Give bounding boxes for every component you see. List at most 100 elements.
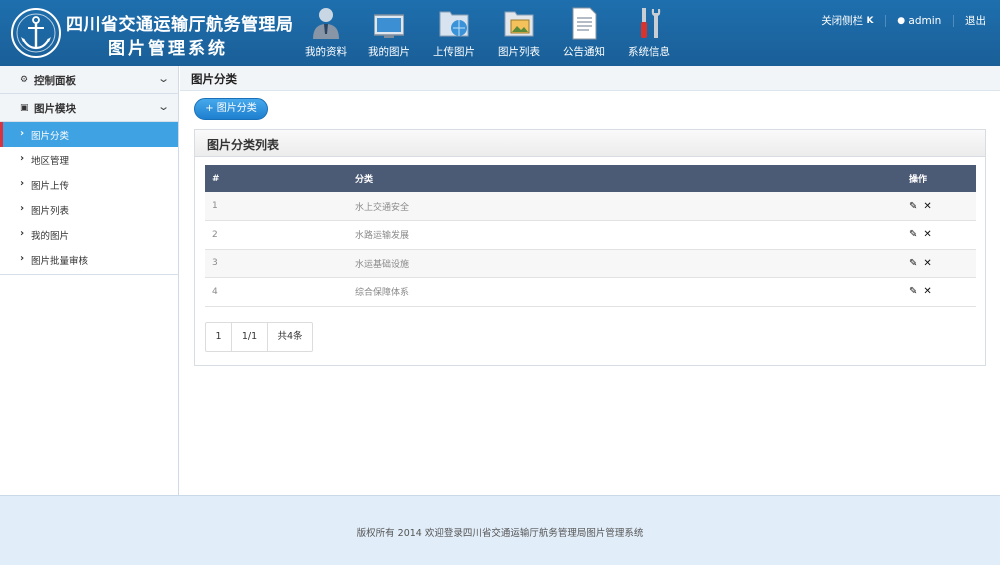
nav-label: 公告通知 [563, 46, 605, 58]
footer: 版权所有 2014 欢迎登录四川省交通运输厅航务管理局图片管理系统 [0, 495, 1000, 565]
cell-category: 水路运输发展 [355, 220, 903, 250]
column-header-actions: 操作 [903, 165, 976, 192]
nav-system-info[interactable]: 系统信息 [619, 4, 679, 64]
sidebar-item-image-upload[interactable]: › 图片上传 [0, 172, 178, 197]
sidebar-item-list: › 图片分类 › 地区管理 › 图片上传 › 图片列表 › 我的图片 › 图片批… [0, 122, 178, 275]
column-header-category: 分类 [355, 165, 903, 192]
sidebar-section-control-panel[interactable]: ⚙ 控制面板 ⌄ [0, 66, 178, 94]
sidebar-section-image-module[interactable]: ▣ 图片模块 ⌄ [0, 94, 178, 122]
user-icon: ● [897, 15, 906, 26]
sidebar-section-label: 控制面板 [34, 75, 76, 87]
cell-actions: ✎ ✕ [903, 249, 976, 278]
folder-image-icon [504, 11, 534, 37]
nav-label: 我的图片 [368, 46, 410, 58]
cell-actions: ✎ ✕ [903, 220, 976, 250]
page-title: 图片分类 [191, 72, 237, 86]
table-row: 4 综合保障体系 ✎ ✕ [205, 277, 976, 307]
tools-icon [641, 8, 661, 38]
header-actions: 关闭侧栏 K ● admin 退出 [821, 13, 986, 28]
cell-id: 2 [205, 220, 355, 250]
nav-label: 图片列表 [498, 46, 540, 58]
chevron-right-icon: › [20, 128, 25, 139]
sidebar-section-label: 图片模块 [34, 103, 76, 115]
panel-title: 图片分类列表 [207, 138, 280, 152]
monitor-icon [374, 14, 404, 38]
column-header-id: # [205, 165, 355, 192]
cell-actions: ✎ ✕ [903, 192, 976, 221]
user-menu[interactable]: ● admin [897, 15, 941, 27]
sidebar-item-batch-review[interactable]: › 图片批量审核 [0, 247, 178, 272]
page-indicator: 1/1 [232, 323, 268, 351]
cell-id: 4 [205, 277, 355, 307]
collapse-sidebar-icon: K [866, 15, 874, 26]
chevron-right-icon: › [20, 253, 25, 264]
app-title-line2: 图片管理系统 [108, 39, 228, 59]
breadcrumb: 图片分类 [180, 66, 1000, 91]
chevron-down-icon: ⌄ [156, 72, 170, 85]
page-number-button[interactable]: 1 [206, 323, 232, 351]
nav-upload-image[interactable]: 上传图片 [424, 4, 484, 64]
app-title-line1: 四川省交通运输厅航务管理局 [66, 15, 294, 35]
chevron-right-icon: › [20, 203, 25, 214]
delete-icon[interactable]: ✕ [923, 286, 931, 297]
sidebar-item-label: 图片列表 [31, 206, 70, 217]
edit-icon[interactable]: ✎ [909, 229, 917, 240]
delete-icon[interactable]: ✕ [923, 229, 931, 240]
table-header-row: # 分类 操作 [205, 165, 976, 192]
nav-label: 我的资料 [305, 46, 347, 58]
gear-icon: ⚙ [20, 75, 29, 85]
sidebar-item-my-images[interactable]: › 我的图片 [0, 222, 178, 247]
sidebar-item-label: 图片上传 [31, 181, 70, 192]
divider [884, 14, 886, 27]
document-icon [572, 7, 597, 40]
sidebar-item-label: 图片分类 [31, 131, 70, 142]
chevron-right-icon: › [20, 178, 25, 189]
divider [952, 14, 954, 27]
cell-category: 综合保障体系 [355, 277, 903, 307]
cell-id: 1 [205, 192, 355, 221]
copyright-text: 版权所有 2014 欢迎登录四川省交通运输厅航务管理局图片管理系统 [356, 528, 644, 539]
nav-announcements[interactable]: 公告通知 [554, 4, 614, 64]
main-content: 图片分类 + 图片分类 图片分类列表 # 分类 操作 1 水上交通安全 ✎✕ [180, 66, 1000, 495]
edit-icon[interactable]: ✎ [909, 258, 917, 269]
nav-my-images[interactable]: 我的图片 [359, 4, 419, 64]
top-header: 四川省交通运输厅航务管理局 图片管理系统 我的资料 我的图片 上传图片 图片列表… [0, 0, 1000, 66]
table-row: 2 水路运输发展 ✎ ✕ [205, 220, 976, 250]
cell-category: 水运基础设施 [355, 249, 903, 278]
category-table: # 分类 操作 1 水上交通安全 ✎ ✕ 2 水路运输发展 ✎ ✕ 3 水运基础… [205, 165, 976, 307]
sidebar-item-image-list[interactable]: › 图片列表 [0, 197, 178, 222]
cell-actions: ✎ ✕ [903, 277, 976, 307]
delete-icon[interactable]: ✕ [923, 258, 931, 269]
sidebar: ⚙ 控制面板 ⌄ ▣ 图片模块 ⌄ › 图片分类 › 地区管理 › 图片上传 ›… [0, 66, 179, 495]
sidebar-item-image-category[interactable]: › 图片分类 [0, 122, 178, 147]
pagination: 1 1/1 共4条 [205, 322, 313, 352]
add-category-button[interactable]: + 图片分类 [194, 98, 268, 120]
total-count: 共4条 [277, 331, 303, 342]
image-icon: ▣ [20, 103, 29, 113]
nav-label: 上传图片 [433, 46, 475, 58]
chevron-right-icon: › [20, 228, 25, 239]
username: admin [908, 14, 942, 27]
nav-image-list[interactable]: 图片列表 [489, 4, 549, 64]
edit-icon[interactable]: ✎ [909, 286, 917, 297]
cell-category: 水上交通安全 [355, 192, 903, 221]
edit-icon[interactable]: ✎ [909, 201, 917, 212]
sidebar-item-label: 地区管理 [31, 156, 70, 167]
anchor-logo-icon [11, 8, 61, 58]
close-sidebar-link[interactable]: 关闭侧栏 K [821, 13, 873, 28]
close-sidebar-label: 关闭侧栏 [821, 15, 864, 27]
sidebar-item-label: 图片批量审核 [31, 256, 89, 267]
sidebar-item-label: 我的图片 [31, 231, 70, 242]
logout-link[interactable]: 退出 [965, 13, 986, 28]
sidebar-item-region-management[interactable]: › 地区管理 [0, 147, 178, 172]
folder-globe-icon [439, 11, 469, 37]
category-list-panel: 图片分类列表 # 分类 操作 1 水上交通安全 ✎ ✕ 2 水路运输发展 ✎ ✕… [194, 129, 986, 366]
table-row: 3 水运基础设施 ✎ ✕ [205, 249, 976, 278]
cell-id: 3 [205, 249, 355, 278]
nav-my-profile[interactable]: 我的资料 [296, 4, 356, 64]
panel-header: 图片分类列表 [195, 130, 985, 157]
nav-label: 系统信息 [628, 46, 670, 58]
table-row: 1 水上交通安全 ✎ ✕ [205, 192, 976, 221]
chevron-right-icon: › [20, 153, 25, 164]
delete-icon[interactable]: ✕ [923, 201, 931, 212]
